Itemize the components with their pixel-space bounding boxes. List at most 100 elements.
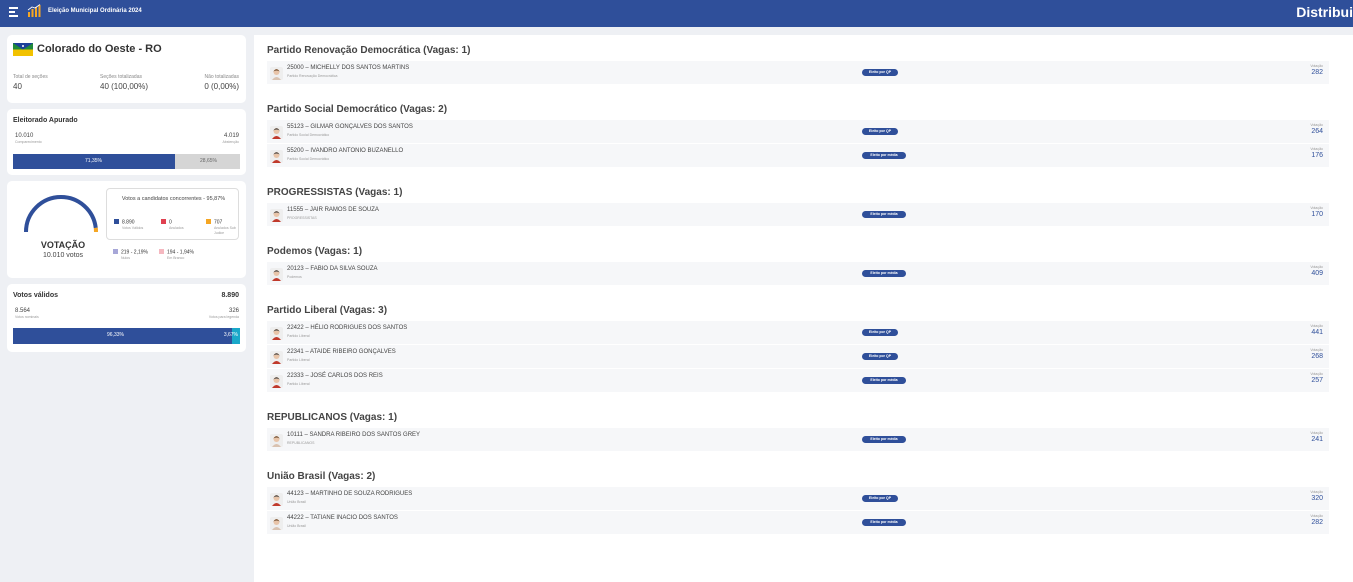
candidate-votes: Votação 409 bbox=[1310, 265, 1323, 277]
votos-validos-bar: 96,33% 3,67% bbox=[13, 328, 240, 344]
candidate-photo-icon bbox=[270, 517, 283, 530]
candidate-votes: Votação 264 bbox=[1310, 123, 1323, 135]
elected-candidates-panel: Partido Renovação Democrática (Vagas: 1)… bbox=[254, 35, 1353, 582]
candidate-party: Partido Renovação Democrática bbox=[287, 74, 338, 78]
candidate-row[interactable]: 22333 – JOSÉ CARLOS DOS REIS Partido Libe… bbox=[267, 369, 1329, 393]
gauge-fill bbox=[24, 195, 98, 233]
candidate-name: 22422 – HÉLIO RODRIGUES DOS SANTOS bbox=[287, 325, 408, 331]
party-title: Partido Liberal (Vagas: 3) bbox=[267, 305, 388, 316]
party-title: Partido Social Democrático (Vagas: 2) bbox=[267, 104, 448, 115]
party-section: União Brasil (Vagas: 2) 44123 – MARTINHO … bbox=[267, 471, 1329, 535]
party-section: PROGRESSISTAS (Vagas: 1) 11555 – JAIR RAM… bbox=[267, 187, 1329, 227]
party-title: PROGRESSISTAS (Vagas: 1) bbox=[267, 187, 403, 198]
candidate-party: PROGRESSISTAS bbox=[287, 216, 317, 220]
party-title: União Brasil (Vagas: 2) bbox=[267, 471, 376, 482]
candidate-photo-icon bbox=[270, 126, 283, 139]
candidate-name: 25000 – MICHELLY DOS SANTOS MARTINS bbox=[287, 65, 410, 71]
votacao-total: 10.010 votos bbox=[42, 252, 84, 259]
candidate-row[interactable]: 55200 – IVANDRO ANTONIO BUZANELLO Partido… bbox=[267, 144, 1329, 168]
candidate-name: 11555 – JAIR RAMOS DE SOUZA bbox=[287, 207, 379, 213]
top-bar: Eleição Municipal Ordinária 2024 Distrib… bbox=[0, 0, 1353, 27]
candidate-photo-icon bbox=[270, 209, 283, 222]
candidate-row[interactable]: 55123 – GILMAR GONÇALVES DOS SANTOS Parti… bbox=[267, 120, 1329, 144]
candidate-party: Partido Liberal bbox=[287, 334, 310, 338]
candidate-row[interactable]: 11555 – JAIR RAMOS DE SOUZA PROGRESSISTAS… bbox=[267, 203, 1329, 227]
candidate-photo-icon bbox=[270, 150, 283, 163]
candidate-votes: Votação 441 bbox=[1310, 324, 1323, 336]
bar-chart-logo-icon bbox=[27, 4, 41, 17]
candidate-photo-icon bbox=[270, 327, 283, 340]
votos-nominais: 8.564 Votos nominais bbox=[15, 308, 39, 319]
candidate-party: Partido Social Democrático bbox=[287, 157, 330, 161]
candidate-photo-icon bbox=[270, 434, 283, 447]
election-status-badge: Eleito por média bbox=[862, 270, 906, 277]
candidate-votes: Votação 320 bbox=[1310, 490, 1323, 502]
candidate-row[interactable]: 44222 – TATIANE INACIO DOS SANTOS União B… bbox=[267, 511, 1329, 535]
candidate-votes: Votação 268 bbox=[1310, 348, 1323, 360]
candidate-photo-icon bbox=[270, 493, 283, 506]
abstencao-pct: 28,65% bbox=[200, 158, 217, 164]
eleitorado-title: Eleitorado Apurado bbox=[13, 117, 78, 124]
votacao-gauge bbox=[24, 195, 98, 233]
election-status-badge: Eleito por QP bbox=[862, 128, 898, 135]
votos-validos-card: Votos válidos 8.890 8.564 Votos nominais… bbox=[7, 284, 246, 352]
election-status-badge: Eleito por média bbox=[862, 152, 906, 159]
eleitorado-card: Eleitorado Apurado 10.010 Comparecimento… bbox=[7, 109, 246, 175]
election-status-badge: Eleito por média bbox=[862, 519, 906, 526]
candidate-row[interactable]: 44123 – MARTINHO DE SOUZA RODRIGUES União… bbox=[267, 487, 1329, 511]
election-status-badge: Eleito por QP bbox=[862, 329, 898, 336]
party-section: Podemos (Vagas: 1) 20123 – FABIO DA SILVA… bbox=[267, 246, 1329, 286]
page-heading: Distribui bbox=[1296, 4, 1353, 20]
candidate-name: 44222 – TATIANE INACIO DOS SANTOS bbox=[287, 515, 398, 521]
legend-sub-judice: 707 Anulados Sub Judice bbox=[206, 219, 236, 236]
candidate-votes: Votação 170 bbox=[1310, 206, 1323, 218]
election-status-badge: Eleito por média bbox=[862, 377, 906, 384]
election-status-badge: Eleito por QP bbox=[862, 353, 898, 360]
candidate-photo-icon bbox=[270, 375, 283, 388]
candidate-row[interactable]: 10111 – SANDRA RIBEIRO DOS SANTOS GREY RE… bbox=[267, 428, 1329, 452]
candidate-name: 22341 – ATAIDE RIBEIRO GONÇALVES bbox=[287, 349, 396, 355]
candidate-row[interactable]: 22341 – ATAIDE RIBEIRO GONÇALVES Partido … bbox=[267, 345, 1329, 369]
election-status-badge: Eleito por QP bbox=[862, 495, 898, 502]
candidate-party: Partido Liberal bbox=[287, 358, 310, 362]
election-status-badge: Eleito por média bbox=[862, 436, 906, 443]
party-title: Podemos (Vagas: 1) bbox=[267, 246, 363, 257]
menu-icon[interactable] bbox=[9, 7, 18, 17]
candidate-row[interactable]: 22422 – HÉLIO RODRIGUES DOS SANTOS Partid… bbox=[267, 321, 1329, 345]
candidate-name: 55200 – IVANDRO ANTONIO BUZANELLO bbox=[287, 148, 404, 154]
location-name: Colorado do Oeste - RO bbox=[37, 43, 162, 55]
party-section: REPUBLICANOS (Vagas: 1) 10111 – SANDRA RI… bbox=[267, 412, 1329, 452]
candidate-party: União Brasil bbox=[287, 500, 306, 504]
comparecimento-pct: 71,35% bbox=[85, 158, 102, 164]
total-sections-stat: Total de seções 40 bbox=[13, 74, 48, 91]
party-title: REPUBLICANOS (Vagas: 1) bbox=[267, 412, 398, 423]
candidate-name: 22333 – JOSÉ CARLOS DOS REIS bbox=[287, 373, 383, 379]
candidate-row[interactable]: 20123 – FABIO DA SILVA SOUZA Podemos Eleit… bbox=[267, 262, 1329, 286]
candidate-row[interactable]: 25000 – MICHELLY DOS SANTOS MARTINS Parti… bbox=[267, 61, 1329, 85]
abstencao-value: 4.019 Abstenção bbox=[222, 133, 239, 144]
candidate-name: 20123 – FABIO DA SILVA SOUZA bbox=[287, 266, 378, 272]
candidate-party: Partido Liberal bbox=[287, 382, 310, 386]
election-status-badge: Eleito por média bbox=[862, 211, 906, 218]
candidate-photo-icon bbox=[270, 268, 283, 281]
legend-brancos: 194 - 1,94% Em Branco bbox=[159, 249, 199, 261]
candidate-votes: Votação 257 bbox=[1310, 372, 1323, 384]
candidate-party: Partido Social Democrático bbox=[287, 133, 330, 137]
party-section: Partido Liberal (Vagas: 3) 22422 – HÉLIO … bbox=[267, 305, 1329, 393]
election-title: Eleição Municipal Ordinária 2024 bbox=[48, 8, 142, 14]
votacao-label: VOTAÇÃO bbox=[40, 240, 86, 250]
candidate-photo-icon bbox=[270, 351, 283, 364]
candidate-party: Podemos bbox=[287, 275, 302, 279]
brancos-swatch bbox=[159, 249, 164, 254]
votos-legenda: 326 Votos para legenda bbox=[208, 308, 239, 319]
nominais-pct: 96,33% bbox=[107, 332, 124, 338]
legend-anulados: 0 Anulados bbox=[161, 219, 184, 231]
votos-validos-title: Votos válidos bbox=[13, 292, 58, 299]
state-flag-icon bbox=[13, 43, 33, 56]
validos-swatch bbox=[114, 219, 119, 224]
comparecimento-value: 10.010 Comparecimento bbox=[15, 133, 42, 144]
nulos-swatch bbox=[113, 249, 118, 254]
candidate-votes: Votação 282 bbox=[1310, 514, 1323, 526]
not-totalized-stat: Não totalizadas 0 (0,00%) bbox=[204, 74, 239, 91]
candidate-name: 10111 – SANDRA RIBEIRO DOS SANTOS GREY bbox=[287, 432, 421, 438]
